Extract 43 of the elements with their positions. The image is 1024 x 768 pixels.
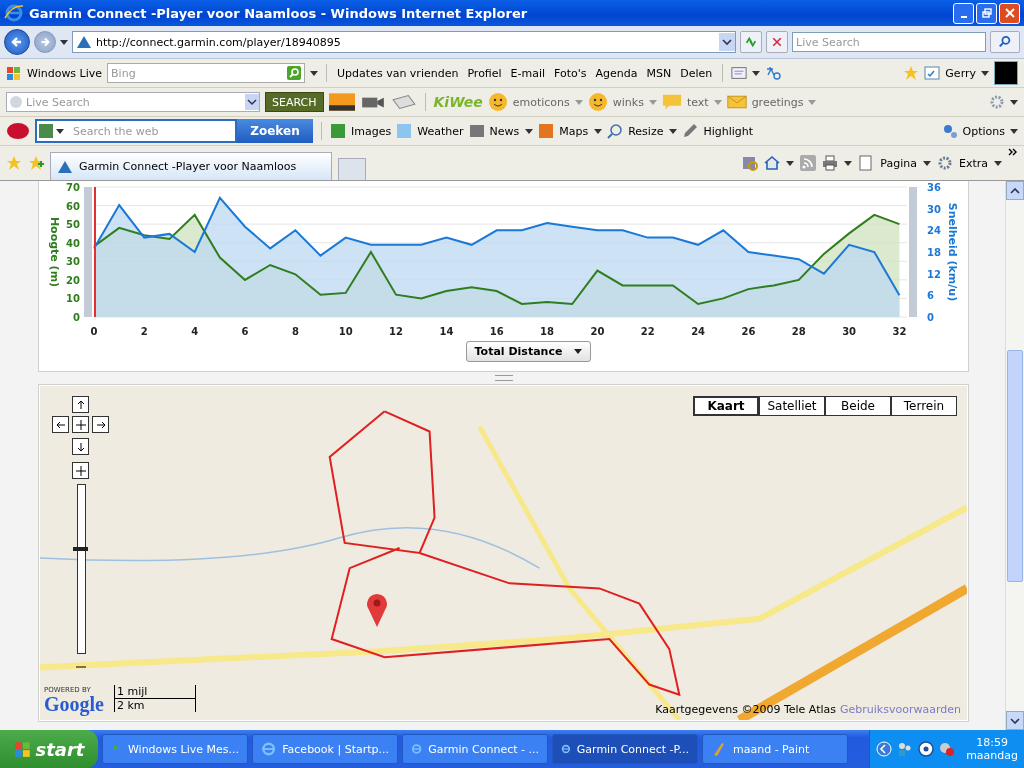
axis-title: Hoogte (m) — [48, 216, 61, 288]
taskbar-label: Garmin Connect -P... — [576, 742, 689, 756]
axis-tick-label: 6 — [927, 290, 934, 302]
axis-tick-label: 12 — [389, 326, 403, 337]
axis-tick-label: 0 — [73, 312, 80, 323]
axis-tick-label: 6 — [241, 326, 249, 337]
axis-tick-label: 12 — [927, 268, 941, 280]
map-copyright: Kaartgegevens ©2009 Tele Atlas — [655, 703, 837, 716]
taskbar-label: Garmin Connect - ... — [428, 742, 539, 756]
axis-tick-label: 0 — [927, 312, 934, 323]
axis-tick-label: 0 — [90, 326, 98, 337]
tab-title: Garmin Connect -Player voor Naamloos — [79, 160, 297, 173]
axis-tick-label: 30 — [927, 203, 941, 215]
axis-tick-label: 28 — [791, 326, 806, 337]
axis-tick-label: 20 — [66, 274, 80, 286]
axis-tick-label: 10 — [338, 326, 353, 337]
axis-tick-label: 14 — [439, 326, 454, 337]
axis-tick-label: 32 — [892, 326, 907, 337]
axis-tick-label: 8 — [291, 326, 299, 337]
axis-tick-label: 24 — [691, 326, 706, 337]
axis-tick-label: 22 — [640, 326, 655, 337]
axis-tick-label: 36 — [927, 182, 941, 193]
axis-tick-label: 18 — [927, 247, 941, 258]
axis-tick-label: 4 — [191, 326, 199, 337]
axis-tick-label: 18 — [540, 326, 555, 337]
axis-tick-label: 70 — [66, 182, 80, 193]
axis-tick-label: 20 — [590, 326, 605, 337]
window-title: Garmin Connect -Player voor Naamloos - Windows Internet Explorer — [29, 5, 528, 21]
axis-tick-label: 50 — [66, 219, 80, 231]
taskbar-label: Facebook | Startp... — [282, 742, 389, 756]
axis-tick-label: 60 — [66, 200, 80, 212]
axis-tick-label: 30 — [66, 256, 80, 268]
axis-tick-label: 40 — [66, 237, 80, 249]
axis-tick-label: 2 — [140, 326, 148, 337]
taskbar-label: Windows Live Mes... — [127, 742, 239, 756]
axis-title: Snelheid (km/u) — [946, 202, 959, 302]
scale-bar: 1 mijl 2 km — [114, 685, 196, 712]
axis-tick-label: 24 — [927, 225, 941, 237]
axis-tick-label: 10 — [66, 293, 80, 305]
axis-tick-label: 30 — [842, 326, 857, 337]
axis-tick-label: 26 — [741, 326, 756, 337]
axis-tick-label: 16 — [489, 326, 504, 337]
taskbar-label: maand - Paint — [733, 742, 810, 756]
